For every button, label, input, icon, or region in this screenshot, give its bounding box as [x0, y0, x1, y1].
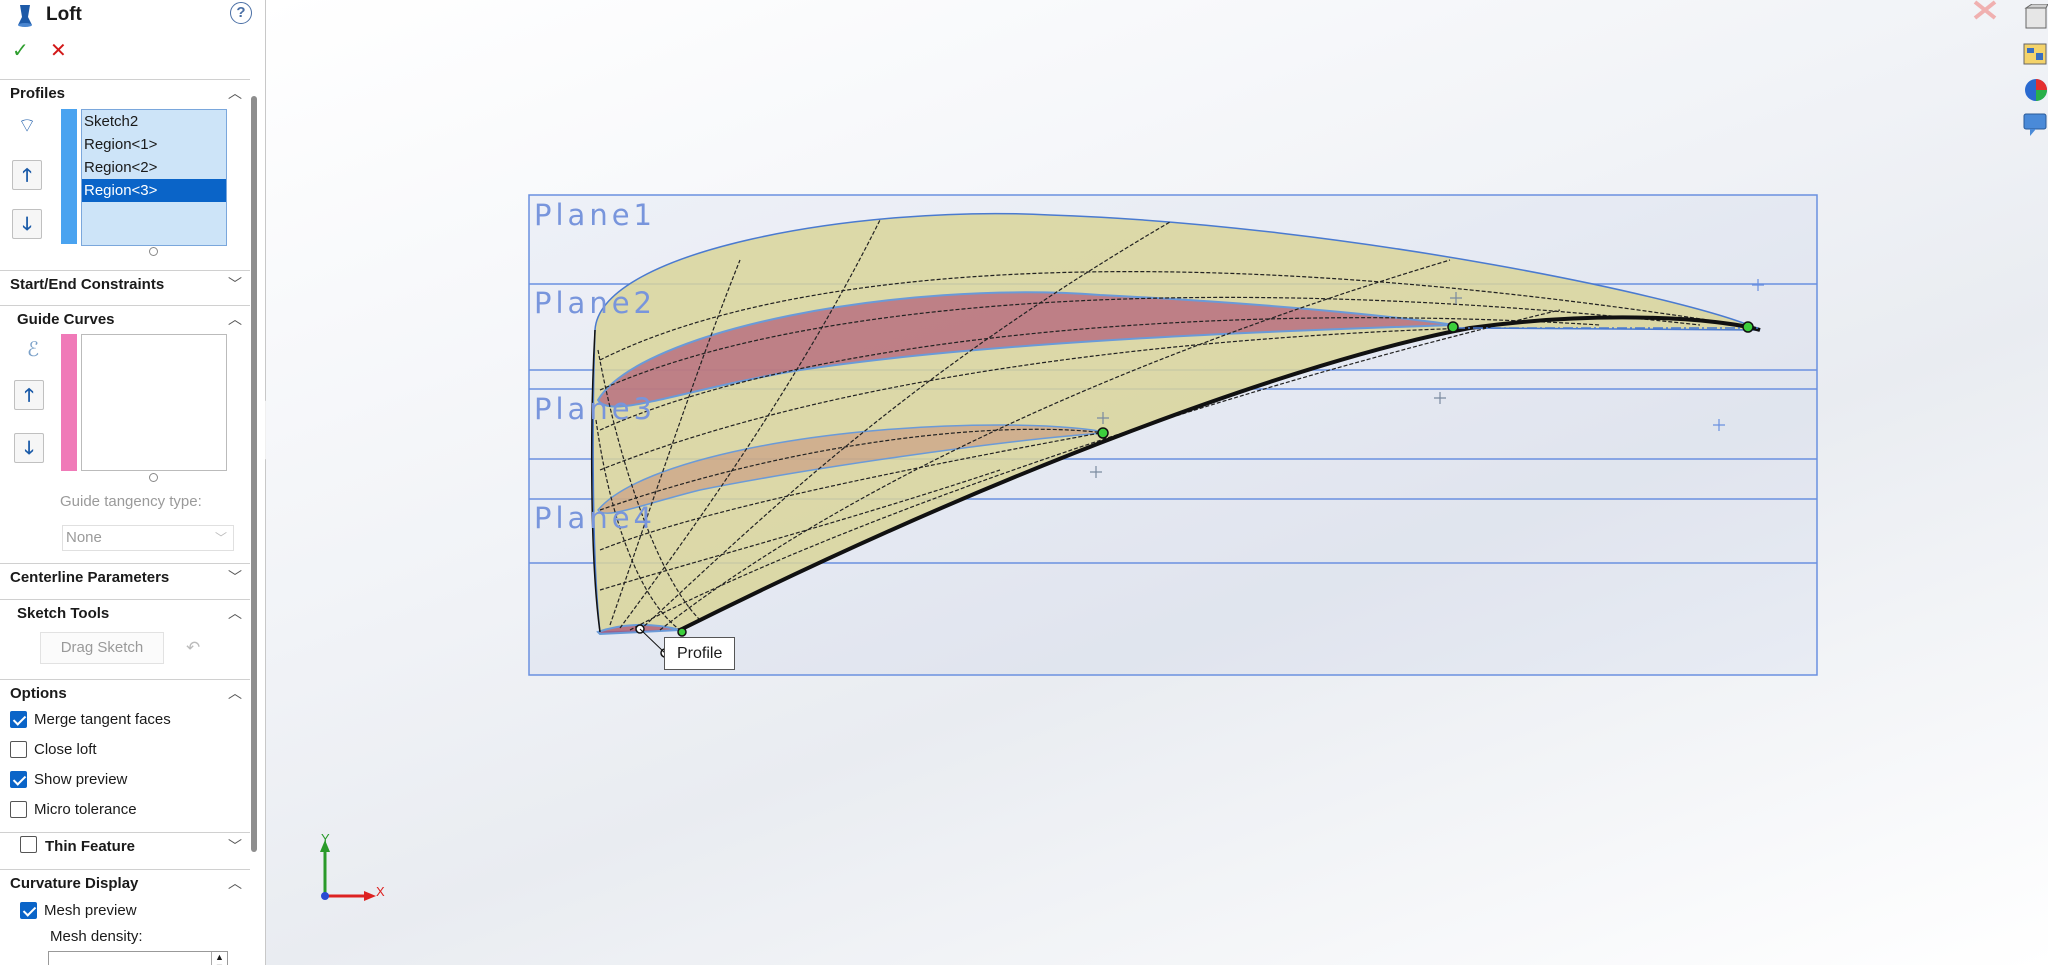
- panel-scrollbar[interactable]: [251, 96, 257, 852]
- guide-curves-section-header[interactable]: Guide Curves ︿: [0, 305, 250, 331]
- connector-point[interactable]: [1097, 427, 1109, 439]
- options-header-label: Options: [10, 685, 67, 702]
- move-up-button[interactable]: 🡑: [12, 160, 42, 190]
- connector-point[interactable]: [677, 627, 687, 637]
- profiles-list[interactable]: Sketch2 Region<1> Region<2> Region<3>: [81, 109, 227, 246]
- plane-label: Plane2: [534, 286, 656, 320]
- appearance-icon[interactable]: [2020, 76, 2048, 104]
- curvature-header-label: Curvature Display: [10, 875, 139, 892]
- mesh-density-input[interactable]: ▲▼: [48, 951, 228, 965]
- thin-feature-checkbox[interactable]: [20, 836, 37, 853]
- connector-point[interactable]: [1447, 321, 1459, 333]
- chevron-down-icon: ﹀: [228, 838, 242, 854]
- checkbox-checked[interactable]: [20, 902, 37, 919]
- guide-curves-list[interactable]: [81, 334, 227, 471]
- chevron-up-icon: ︿: [228, 685, 242, 701]
- guide-curves-header-label: Guide Curves: [17, 311, 115, 328]
- list-item[interactable]: Sketch2: [82, 110, 226, 133]
- property-manager-panel: Loft ? ✓ ✕ Profiles ︿ ⌔ Sketch2 Region<1…: [0, 0, 266, 965]
- checkbox-unchecked[interactable]: [10, 741, 27, 758]
- design-library-icon[interactable]: [2020, 40, 2048, 68]
- custom-properties-icon[interactable]: [2020, 110, 2048, 138]
- checkbox-label: Mesh preview: [44, 902, 137, 919]
- profiles-header-label: Profiles: [10, 85, 66, 102]
- undo-sketch-icon: ↶: [186, 638, 201, 657]
- checkbox-unchecked[interactable]: [10, 801, 27, 818]
- chevron-up-icon: ︿: [228, 605, 242, 621]
- profile-selection-icon: ⌔: [17, 115, 37, 137]
- checkbox-label: Micro tolerance: [34, 801, 137, 818]
- spinner-icon[interactable]: ▲▼: [211, 952, 227, 965]
- curvature-section-header[interactable]: Curvature Display ︿: [0, 869, 250, 895]
- mesh-density-label: Mesh density:: [50, 928, 143, 945]
- profiles-color-bar: [61, 109, 77, 244]
- feature-title: Loft: [46, 4, 82, 25]
- sketch-tools-header-label: Sketch Tools: [17, 605, 110, 622]
- graphics-viewport[interactable]: Plane1 Plane2 Plane3 Plane4 Y X Profile: [266, 0, 2048, 965]
- loft-preview-model[interactable]: Plane1 Plane2 Plane3 Plane4 Y X: [266, 0, 2048, 965]
- list-resize-handle[interactable]: [149, 247, 158, 256]
- plane-label: Plane1: [534, 198, 656, 232]
- chevron-down-icon: ﹀: [214, 531, 227, 545]
- checkbox-label: Close loft: [34, 741, 97, 758]
- help-icon[interactable]: ?: [230, 2, 252, 24]
- chevron-up-icon: ︿: [228, 875, 242, 891]
- plane-label: Plane3: [534, 392, 656, 426]
- options-section-header[interactable]: Options ︿: [0, 679, 250, 705]
- guide-list-resize-handle[interactable]: [149, 473, 158, 482]
- close-icon[interactable]: [1973, 0, 1997, 20]
- guide-move-down-button[interactable]: 🡓: [14, 433, 44, 463]
- guide-curve-icon: ℰ: [26, 339, 40, 361]
- drag-sketch-button[interactable]: Drag Sketch: [40, 632, 164, 664]
- list-item[interactable]: Region<2>: [82, 156, 226, 179]
- plane-label: Plane4: [534, 501, 656, 535]
- chevron-up-icon: ︿: [228, 311, 242, 327]
- axis-y-label: Y: [321, 831, 330, 846]
- guide-tangency-dropdown[interactable]: None ﹀: [62, 525, 234, 551]
- cancel-button[interactable]: ✕: [50, 38, 67, 63]
- list-item[interactable]: Region<1>: [82, 133, 226, 156]
- guide-move-up-button[interactable]: 🡑: [14, 380, 44, 410]
- start-end-section-header[interactable]: Start/End Constraints ﹀: [0, 270, 250, 296]
- axis-triad: Y X: [320, 831, 385, 901]
- checkbox-checked[interactable]: [10, 771, 27, 788]
- centerline-header-label: Centerline Parameters: [10, 569, 170, 586]
- dropdown-value: None: [66, 529, 102, 546]
- thin-feature-header-label: Thin Feature: [45, 838, 136, 855]
- sketch-tools-section-header[interactable]: Sketch Tools ︿: [0, 599, 250, 625]
- checkbox-checked[interactable]: [10, 711, 27, 728]
- guide-tangency-label: Guide tangency type:: [60, 493, 202, 510]
- checkbox-label: Merge tangent faces: [34, 711, 171, 728]
- profile-tooltip: Profile: [664, 637, 736, 670]
- centerline-section-header[interactable]: Centerline Parameters ﹀: [0, 563, 250, 589]
- ok-button[interactable]: ✓: [12, 38, 29, 63]
- view-cube-icon[interactable]: [2020, 4, 2048, 32]
- chevron-down-icon: ﹀: [228, 569, 242, 585]
- connector-point[interactable]: [1742, 321, 1754, 333]
- move-down-button[interactable]: 🡓: [12, 209, 42, 239]
- chevron-down-icon: ﹀: [228, 276, 242, 292]
- checkbox-label: Show preview: [34, 771, 128, 788]
- loft-tool-icon: [18, 5, 32, 27]
- feature-title-bar: Loft ?: [0, 0, 266, 30]
- axis-x-label: X: [376, 884, 385, 899]
- guide-color-bar: [61, 334, 77, 471]
- chevron-up-icon: ︿: [228, 85, 242, 101]
- thin-feature-section-header[interactable]: Thin Feature ﹀: [0, 832, 250, 858]
- list-item-selected[interactable]: Region<3>: [82, 179, 226, 202]
- profiles-section-header[interactable]: Profiles ︿: [0, 79, 250, 105]
- start-end-header-label: Start/End Constraints: [10, 276, 165, 293]
